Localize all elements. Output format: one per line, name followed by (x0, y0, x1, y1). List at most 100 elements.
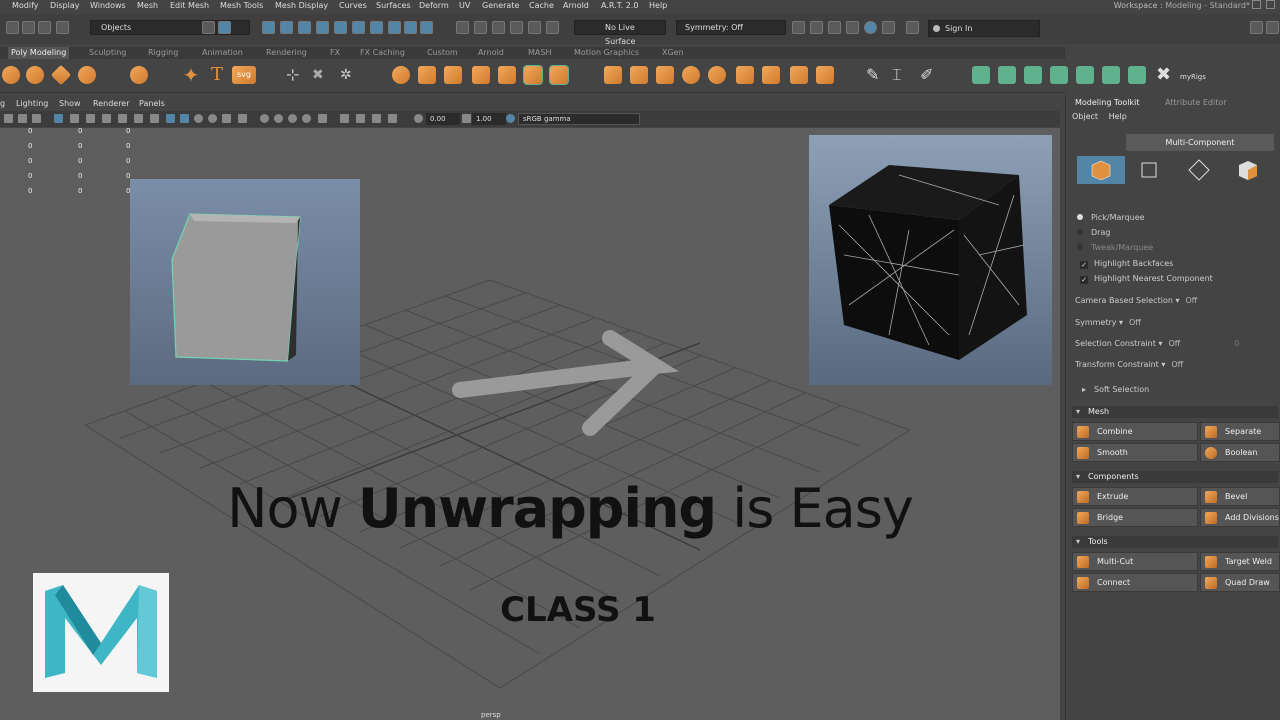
tools-section-header[interactable]: ▾ Tools (1072, 536, 1278, 548)
smooth-shade-icon[interactable] (180, 114, 189, 123)
sign-in-dropdown[interactable]: Sign In (928, 20, 1040, 37)
construction-history-icon[interactable] (492, 21, 505, 34)
snap-curve-icon[interactable] (280, 21, 293, 34)
selection-constraint[interactable]: Selection Constraint ▾ Off 0 (1075, 339, 1239, 348)
vertex-mode-button[interactable] (1126, 156, 1174, 184)
safe-title-icon[interactable] (150, 114, 159, 123)
components-section-header[interactable]: ▾ Components (1072, 471, 1278, 483)
smooth-icon[interactable] (444, 66, 462, 84)
snap-grid-icon[interactable] (262, 21, 275, 34)
exposure-field[interactable]: 0.00 (426, 113, 460, 125)
bridge-icon[interactable] (523, 65, 543, 85)
multi-component-button[interactable]: Multi-Component (1126, 134, 1274, 151)
panel-menu-show[interactable]: Show (59, 98, 81, 110)
uv-auto-icon[interactable] (762, 66, 780, 84)
new-scene-icon[interactable] (6, 21, 19, 34)
panel-menu-renderer[interactable]: Renderer (93, 98, 130, 110)
panel-menu-lighting[interactable]: Lighting (16, 98, 48, 110)
bevel-icon[interactable] (498, 66, 516, 84)
toolkit-menu-help[interactable]: Help (1109, 112, 1127, 121)
isolate-select-icon[interactable] (318, 114, 327, 123)
tab-motion-graphics[interactable]: Motion Graphics (574, 47, 639, 59)
highlight-backfaces-checkbox[interactable]: ✓ Highlight Backfaces (1080, 259, 1173, 269)
cylinder-icon[interactable] (78, 66, 96, 84)
select-hierarchy-icon[interactable] (202, 21, 215, 34)
quad-draw-icon[interactable] (630, 66, 648, 84)
layout-icon[interactable] (1252, 0, 1261, 9)
tab-rendering[interactable]: Rendering (266, 47, 307, 59)
snap-point-icon[interactable] (298, 21, 311, 34)
transform-constraint[interactable]: Transform Constraint ▾ Off (1075, 360, 1183, 369)
symmetry-dropdown[interactable]: Symmetry: Off (676, 20, 786, 35)
separate-button[interactable]: Separate (1200, 422, 1280, 441)
connect-button[interactable]: Connect (1072, 573, 1198, 592)
soft-select-icon[interactable] (528, 21, 541, 34)
help-snap-icon[interactable] (388, 21, 401, 34)
object-mode-button[interactable] (1077, 156, 1125, 184)
snap-icon[interactable]: ✲ (340, 66, 358, 84)
menu-surfaces[interactable]: Surfaces (376, 0, 411, 11)
menu-mesh-display[interactable]: Mesh Display (275, 0, 328, 11)
menu-display[interactable]: Display (50, 0, 80, 11)
pause-render-icon[interactable] (882, 21, 895, 34)
ipr-render-icon[interactable] (828, 21, 841, 34)
symmetry-setting[interactable]: Symmetry ▾ Off (1075, 318, 1141, 327)
separate-icon[interactable] (418, 66, 436, 84)
tab-arnold[interactable]: Arnold (478, 47, 504, 59)
tab-fx-caching[interactable]: FX Caching (360, 47, 405, 59)
extrude-icon[interactable] (472, 66, 490, 84)
tab-animation[interactable]: Animation (202, 47, 243, 59)
live-surface-field[interactable]: No Live Surface (574, 20, 666, 46)
uv-layout-icon[interactable] (972, 66, 990, 84)
exposure-icon[interactable] (414, 114, 423, 123)
scale-icon[interactable]: ✖ (312, 66, 330, 84)
snap-vertex-icon[interactable] (370, 21, 383, 34)
lock-icon[interactable] (420, 21, 433, 34)
uv-planar-icon[interactable] (736, 66, 754, 84)
tab-fx[interactable]: FX (330, 47, 340, 59)
measure-icon[interactable]: ⌶ (892, 66, 910, 84)
render-frame-icon[interactable] (792, 21, 805, 34)
uv-distort-icon[interactable] (1128, 66, 1146, 84)
multi-cut-button[interactable]: Multi-Cut (1072, 552, 1198, 571)
uv-straighten-icon[interactable] (1024, 66, 1042, 84)
uv-sphere-icon[interactable] (682, 66, 700, 84)
bookmark-icon[interactable] (32, 114, 41, 123)
uv-cylinder-icon[interactable] (708, 66, 726, 84)
panel-menu-shading[interactable]: g (0, 98, 5, 110)
safe-action-icon[interactable] (134, 114, 143, 123)
uv-rotate-icon[interactable] (1076, 66, 1094, 84)
camera-based-selection[interactable]: Camera Based Selection ▾ Off (1075, 296, 1197, 305)
uv-orient-icon[interactable] (1050, 66, 1068, 84)
wireframe-on-shaded-icon[interactable] (194, 114, 203, 123)
menu-modify[interactable]: Modify (12, 0, 39, 11)
pick-marquee-option[interactable]: Pick/Marquee (1077, 213, 1145, 222)
menu-curves[interactable]: Curves (339, 0, 367, 11)
add-divisions-button[interactable]: Add Divisions (1200, 508, 1280, 527)
boolean-button[interactable]: Boolean (1200, 443, 1280, 462)
snap-view-icon[interactable] (316, 21, 329, 34)
undo-icon[interactable] (38, 21, 51, 34)
uv-checker-icon[interactable] (1102, 66, 1120, 84)
xray-joints-icon[interactable] (372, 114, 381, 123)
tab-custom[interactable]: Custom (427, 47, 458, 59)
combine-icon[interactable] (392, 66, 410, 84)
tab-rigging[interactable]: Rigging (148, 47, 178, 59)
arnold-render-icon[interactable] (906, 21, 919, 34)
uv-cut-icon[interactable] (790, 66, 808, 84)
tab-mash[interactable]: MASH (528, 47, 551, 59)
attribute-editor-toggle-icon[interactable] (1266, 21, 1279, 34)
render-settings-icon[interactable] (846, 21, 859, 34)
workspace-selector[interactable]: Workspace : Modeling - Standard* (1114, 0, 1250, 11)
snap-together-icon[interactable] (404, 21, 417, 34)
layout-grid-icon[interactable] (1266, 0, 1275, 9)
use-all-lights-icon[interactable] (222, 114, 231, 123)
menu-generate[interactable]: Generate (482, 0, 519, 11)
backface-icon[interactable] (388, 114, 397, 123)
xray-active-icon[interactable] (356, 114, 365, 123)
gamma-field[interactable]: 1.00 (472, 113, 506, 125)
edge-mode-button[interactable] (1175, 156, 1223, 184)
drag-option[interactable]: Drag (1077, 228, 1110, 237)
menu-mesh[interactable]: Mesh (137, 0, 158, 11)
platonic-icon[interactable] (130, 66, 148, 84)
